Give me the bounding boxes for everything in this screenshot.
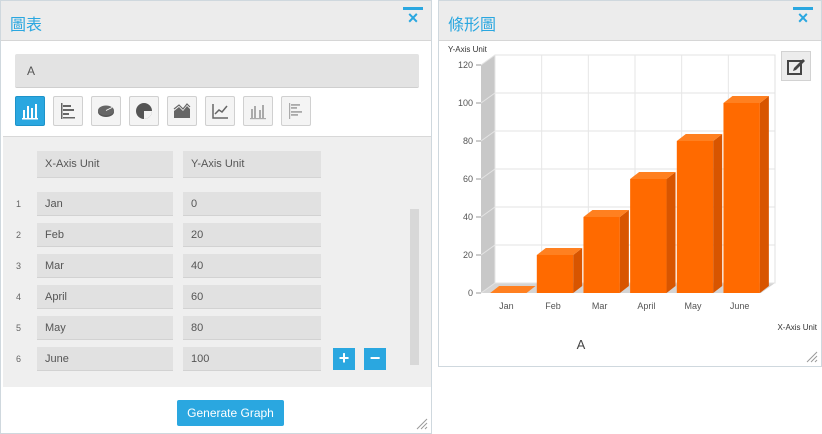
x-tick-label: June [730,301,750,311]
y-tick-label: 20 [463,250,473,260]
row-number: 5 [16,323,22,333]
bar-front [630,179,667,293]
x-tick-label: Feb [545,301,561,311]
grouped-horizontal-bar-chart-icon [289,103,302,119]
y-value-cell[interactable]: 20 [183,223,321,247]
bar-front [723,103,760,293]
x-tick-label: April [637,301,655,311]
y-value-cell[interactable]: 100 [183,347,321,371]
x-value-cell[interactable]: April [37,285,173,309]
x-value-cell[interactable]: Jan [37,192,173,216]
resize-grip-icon[interactable] [414,416,428,430]
edit-icon [787,59,805,75]
add-row-button[interactable]: + [333,348,355,370]
y-value-cell[interactable]: 0 [183,192,321,216]
chart-type-grouped-horizontal-bar-button[interactable] [281,96,311,126]
row-number: 6 [16,354,22,364]
chart-editor-panel: 圖表 × A X-Axis Unit Y-Axis Unit 1 Jan 0 2… [0,0,432,434]
chart-type-area-button[interactable] [167,96,197,126]
bar-front [583,217,620,293]
chart-name-input[interactable] [15,54,419,88]
y-tick-label: 80 [463,136,473,146]
x-value-cell[interactable]: Feb [37,223,173,247]
bar-side [619,210,629,293]
x-value-cell[interactable]: June [37,347,173,371]
chart-type-line-button[interactable] [205,96,235,126]
chart-type-vertical-bar-button[interactable] [15,96,45,126]
y-tick-label: 0 [468,288,473,298]
area-chart-icon [173,103,191,118]
row-number: 3 [16,261,22,271]
x-tick-label: Jan [499,301,514,311]
pie-chart-icon [136,103,152,119]
resize-grip-icon[interactable] [804,349,818,363]
bar-side [759,96,769,293]
y-axis-label: Y-Axis Unit [448,45,488,54]
line-chart-icon [212,104,228,119]
bar-front [536,255,574,293]
bar-side [713,134,723,293]
y-tick-label: 120 [458,60,473,70]
bar-side [573,248,583,293]
row-number: 2 [16,230,22,240]
y-tick-label: 40 [463,212,473,222]
y-axis-unit-header[interactable]: Y-Axis Unit [183,151,321,178]
x-axis-label: X-Axis Unit [777,323,817,332]
data-table: X-Axis Unit Y-Axis Unit 1 Jan 0 2 Feb 20… [3,136,431,387]
chart-type-horizontal-bar-button[interactable] [53,96,83,126]
y-value-cell[interactable]: 80 [183,316,321,340]
close-button[interactable]: × [792,7,814,29]
bar-front [676,141,714,293]
x-axis-unit-header[interactable]: X-Axis Unit [37,151,173,178]
close-button[interactable]: × [402,7,424,29]
panel-header: 圖表 × [1,1,431,41]
vertical-bar-chart-icon [22,104,38,120]
chart-type-pie-3d-button[interactable] [91,96,121,126]
panel-title: 圖表 [10,15,43,34]
table-scrollbar[interactable] [410,209,419,365]
x-value-cell[interactable]: May [37,316,173,340]
row-number: 1 [16,199,22,209]
chart-type-grouped-bar-button[interactable] [243,96,273,126]
bar-chart: 0 20 40 60 80 100 120 Jan Feb Mar April May June Y-Ax… [448,45,818,352]
x-tick-label: May [684,301,702,311]
pie-3d-chart-icon [98,105,114,117]
bar-chart-panel: 條形圖 × 0 20 40 60 80 100 120 Jan Feb Mar April May Ju… [438,0,822,367]
panel-header: 條形圖 × [439,1,821,41]
row-number: 4 [16,292,22,302]
y-tick-label: 60 [463,174,473,184]
chart-type-pie-button[interactable] [129,96,159,126]
y-value-cell[interactable]: 60 [183,285,321,309]
grouped-bar-chart-icon [250,105,266,120]
x-value-cell[interactable]: Mar [37,254,173,278]
panel-title: 條形圖 [448,15,497,34]
x-tick-label: Mar [592,301,608,311]
generate-graph-button[interactable]: Generate Graph [177,400,284,426]
bar-side [666,172,676,293]
y-value-cell[interactable]: 40 [183,254,321,278]
series-label: A [577,337,586,352]
horizontal-bar-chart-icon [61,103,75,119]
y-tick-label: 100 [458,98,473,108]
remove-row-button[interactable]: − [364,348,386,370]
edit-chart-button[interactable] [781,51,811,81]
